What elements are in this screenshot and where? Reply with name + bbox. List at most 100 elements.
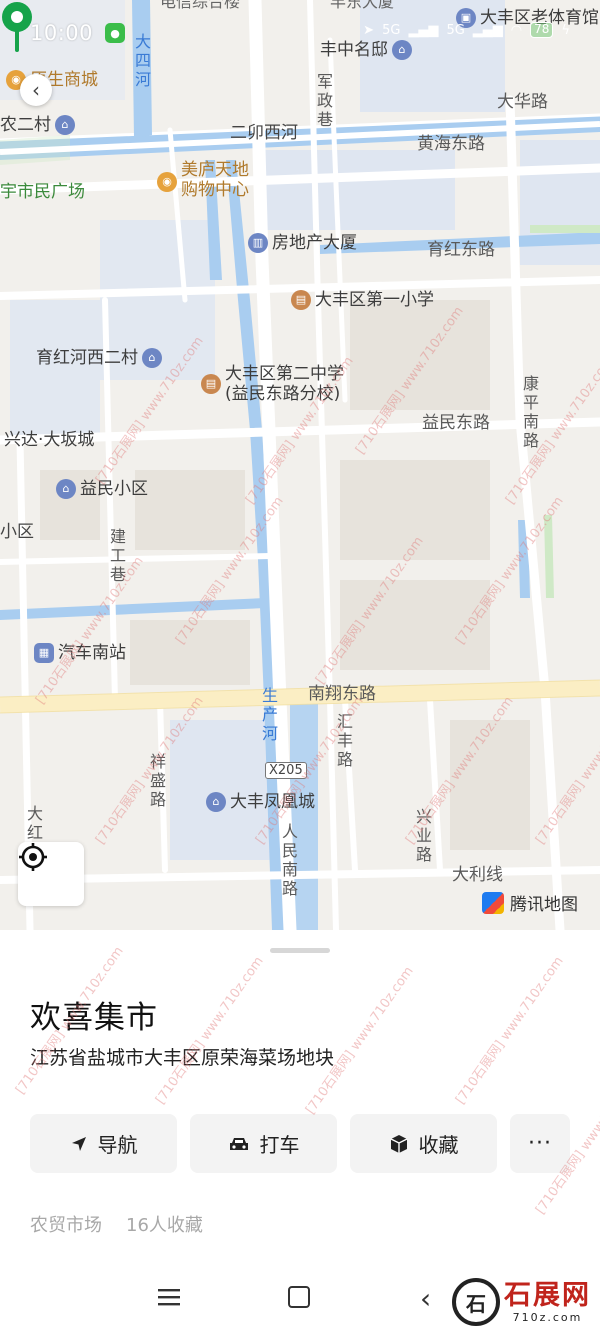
more-button[interactable]: ···	[510, 1114, 570, 1173]
tencent-map-logo-icon	[482, 891, 504, 914]
road-label-renmin: 人民南路	[281, 822, 298, 898]
poi-yuhong-village[interactable]: 育红河西二村 ⌂	[36, 348, 162, 368]
watermark-logo: 石 石展网 710z.com	[452, 1278, 591, 1326]
map-provider-label: 腾讯地图	[510, 895, 578, 915]
road-label-dahong: 大红	[26, 804, 43, 842]
signal-icon: ▂▄▆	[408, 22, 439, 38]
poi-nongercun-label: 农二村	[0, 115, 51, 135]
navigate-button[interactable]: 导航	[30, 1114, 177, 1173]
home-square-icon[interactable]	[288, 1286, 310, 1308]
more-dots-icon: ···	[528, 1131, 552, 1156]
road-label-yimin-east: 益民东路	[422, 413, 490, 433]
river-label-shengchan: 生产河	[261, 686, 278, 743]
road-label-erluan-west: 二卯西河	[230, 123, 298, 143]
map-provider-badge: 腾讯地图	[482, 890, 578, 915]
locate-me-button[interactable]	[18, 842, 84, 906]
area-label-xiaoqu: 小区	[0, 522, 34, 542]
home-icon: ⌂	[55, 115, 75, 135]
poi-yimin-community[interactable]: ⌂ 益民小区	[56, 479, 148, 499]
poi-shimin-square[interactable]: 宇市民广场	[0, 182, 85, 202]
place-favorites-count: 16人收藏	[126, 1215, 203, 1236]
poi-nongercun[interactable]: 农二村 ⌂	[0, 115, 75, 135]
wifi-icon: ◠	[510, 22, 523, 38]
watermark-seal-char: 石	[466, 1291, 486, 1316]
watermark-brand: 石展网 710z.com	[504, 1279, 591, 1324]
status-time: 10:00	[30, 21, 94, 45]
poi-bus-station[interactable]: ▦ 汽车南站	[34, 643, 126, 663]
recents-menu-icon[interactable]	[158, 1288, 180, 1306]
home-icon: ⌂	[206, 792, 226, 812]
watermark-tile: [710石展网] www.710z.com	[303, 964, 417, 1118]
road-label-xingye: 兴业路	[415, 807, 432, 864]
status-icons: ➤ 5G ▂▄▆ 5G ▂▄▆ ◠ 78 ϟ	[363, 22, 570, 38]
road-label-huifeng: 汇丰路	[336, 712, 353, 769]
navigation-arrow-icon	[71, 1136, 86, 1151]
road-label-nanxiang-east: 南翔东路	[308, 684, 376, 704]
watermark-tile: [710石展网] www.710z.com	[153, 954, 267, 1108]
sheet-drag-handle[interactable]	[270, 948, 330, 953]
place-meta: 农贸市场 16人收藏	[30, 1211, 203, 1237]
location-arrow-icon: ➤	[363, 22, 375, 38]
watermark-seal: 石	[452, 1278, 500, 1326]
cube-icon	[390, 1134, 407, 1153]
poi-bus-station-label: 汽车南站	[58, 643, 126, 663]
shopping-icon: ◉	[157, 172, 177, 192]
poi-yuhong-village-label: 育红河西二村	[36, 348, 138, 368]
place-address: 江苏省盐城市大丰区原荣海菜场地块	[30, 1047, 335, 1069]
screen: 二卯西河 黄海东路 大华路 育红东路 益民东路 南翔东路 大利线 X205 军政…	[0, 0, 600, 1333]
road-shield-x205: X205	[265, 762, 307, 779]
navigate-label: 导航	[97, 1133, 138, 1157]
taxi-button[interactable]: 打车	[190, 1114, 337, 1173]
place-name: 欢喜集市	[30, 1000, 158, 1036]
road-label-yuhong-east: 育红东路	[427, 240, 495, 260]
favorite-button[interactable]: 收藏	[350, 1114, 497, 1173]
building-icon: ▥	[248, 233, 268, 253]
battery-level: 78	[530, 22, 554, 38]
crosshair-icon	[19, 843, 47, 871]
bus-icon: ▦	[34, 643, 54, 663]
school-icon: ▤	[201, 374, 221, 394]
place-category: 农贸市场	[30, 1215, 102, 1236]
road-label-junzheng: 军政巷	[316, 72, 333, 129]
poi-fenghuang[interactable]: ⌂ 大丰凤凰城	[206, 792, 315, 812]
poi-real-estate-label: 房地产大厦	[272, 233, 357, 253]
watermark-brand-name: 石展网	[504, 1279, 591, 1311]
road-label-dali: 大利线	[452, 865, 503, 885]
watermark-tile: [710石展网] www.710z.com	[453, 954, 567, 1108]
road-label-dahua: 大华路	[497, 92, 548, 112]
home-icon: ⌂	[142, 348, 162, 368]
back-button[interactable]: ‹	[20, 74, 52, 106]
map-view[interactable]: 二卯西河 黄海东路 大华路 育红东路 益民东路 南翔东路 大利线 X205 军政…	[0, 0, 600, 930]
school-icon: ▤	[291, 290, 311, 310]
action-bar: 导航 打车 收藏 ···	[30, 1114, 570, 1173]
poi-school-2-label: 大丰区第二中学	[225, 364, 344, 384]
watermark-brand-url: 710z.com	[512, 1310, 583, 1324]
charging-icon: ϟ	[561, 22, 570, 38]
poi-xingda-label: 兴达·大坂城	[4, 430, 95, 450]
poi-real-estate[interactable]: ▥ 房地产大厦	[248, 233, 357, 253]
poi-meilu-label-2: 购物中心	[181, 180, 249, 200]
taxi-label: 打车	[259, 1133, 300, 1157]
poi-school-1[interactable]: ▤ 大丰区第一小学	[291, 290, 434, 310]
road-label-xiangsheng: 祥盛路	[149, 752, 166, 809]
chevron-left-icon: ‹	[32, 78, 40, 102]
poi-meilu[interactable]: ◉ 美庐天地 购物中心	[157, 160, 249, 200]
poi-xingda[interactable]: 兴达·大坂城	[4, 430, 94, 450]
favorite-label: 收藏	[418, 1133, 459, 1157]
poi-school-2-branch: (益民东路分校)	[225, 384, 341, 404]
network-1: 5G	[382, 22, 401, 38]
signal-icon: ▂▄▆	[472, 22, 503, 38]
map-background	[0, 0, 600, 930]
poi-shimin-square-label: 宇市民广场	[0, 182, 85, 202]
poi-school-1-label: 大丰区第一小学	[315, 290, 434, 310]
poi-meilu-label: 美庐天地	[181, 160, 249, 180]
poi-fenghuang-label: 大丰凤凰城	[230, 792, 315, 812]
home-icon: ⌂	[56, 479, 76, 499]
poi-school-2[interactable]: ▤ 大丰区第二中学 (益民东路分校)	[201, 364, 344, 404]
wechat-icon: ●	[105, 23, 126, 43]
road-label-jiangong: 建工巷	[109, 527, 126, 584]
road-label-huanghai-east: 黄海东路	[417, 134, 485, 154]
car-icon	[229, 1137, 248, 1150]
status-bar: 10:00 ● ➤ 5G ▂▄▆ 5G ▂▄▆ ◠ 78 ϟ	[0, 0, 600, 66]
back-chevron-icon[interactable]: ‹	[420, 1282, 431, 1315]
